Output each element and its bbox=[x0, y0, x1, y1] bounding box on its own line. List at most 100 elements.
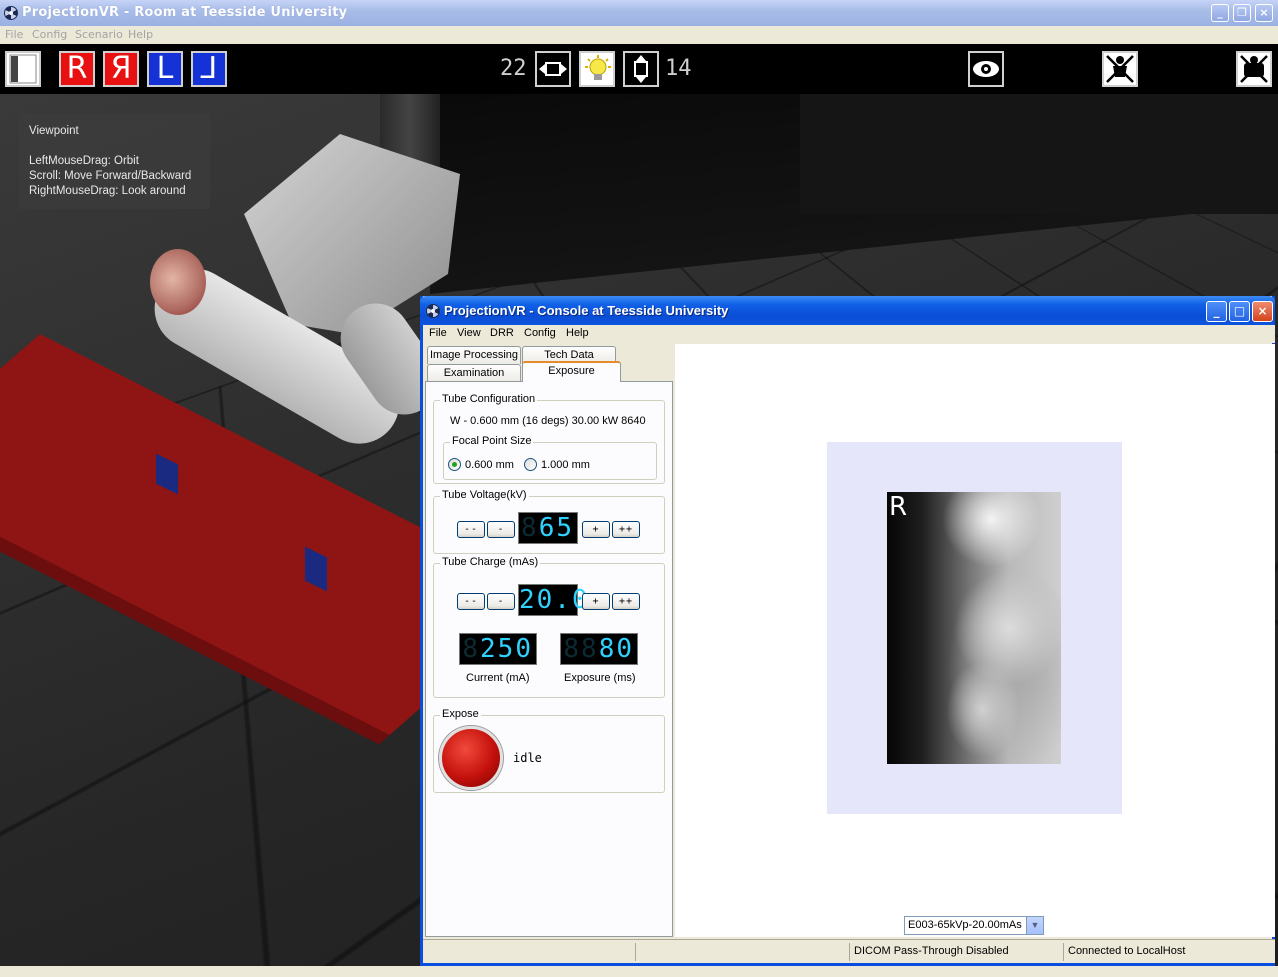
tab-examination[interactable]: Examination bbox=[427, 364, 521, 382]
viewpoint-help-line: LeftMouseDrag: Orbit bbox=[29, 155, 139, 167]
light-button[interactable] bbox=[579, 51, 615, 87]
console-titlebar[interactable]: ProjectionVR - Console at Teesside Unive… bbox=[420, 296, 1275, 325]
app-icon bbox=[4, 6, 18, 20]
console-menu-config[interactable]: Config bbox=[524, 327, 556, 339]
charge-increase-button[interactable]: + bbox=[582, 593, 610, 610]
console-maximize-button[interactable]: □ bbox=[1229, 301, 1250, 322]
focal-1000-radio[interactable] bbox=[524, 458, 537, 471]
console-window: ProjectionVR - Console at Teesside Unive… bbox=[420, 296, 1275, 966]
view-button[interactable] bbox=[968, 51, 1004, 87]
xray-image[interactable]: R bbox=[887, 492, 1061, 764]
radiation-button[interactable] bbox=[1236, 51, 1272, 87]
exposure-time-label: Exposure (ms) bbox=[564, 672, 636, 684]
voltage-increase-large-button[interactable]: ++ bbox=[612, 521, 640, 538]
status-connection: Connected to LocalHost bbox=[1063, 943, 1273, 961]
exposure-panel: Image Processing Tech Data Examination E… bbox=[425, 344, 673, 937]
viewpoint-title: Viewpoint bbox=[29, 125, 79, 137]
expose-button[interactable] bbox=[439, 726, 503, 790]
lightbulb-icon bbox=[585, 55, 611, 80]
menu-file[interactable]: File bbox=[5, 28, 23, 41]
tube-configuration-group: Tube Configuration W - 0.600 mm (16 degs… bbox=[433, 393, 665, 484]
voltage-increase-button[interactable]: + bbox=[582, 521, 610, 538]
patient-head bbox=[150, 249, 206, 315]
console-menu-drr[interactable]: DRR bbox=[490, 327, 514, 339]
voltage-display: 865 bbox=[518, 512, 578, 544]
expose-group: Expose idle bbox=[433, 708, 665, 793]
minimize-button[interactable]: _ bbox=[1211, 4, 1229, 22]
current-label: Current (mA) bbox=[466, 672, 530, 684]
patient-icon bbox=[1106, 55, 1134, 83]
focal-0600-label: 0.600 mm bbox=[465, 459, 514, 471]
console-statusbar: DICOM Pass-Through Disabled Connected to… bbox=[423, 939, 1275, 963]
bottom-strip bbox=[0, 966, 1278, 977]
focal-point-group: Focal Point Size 0.600 mm 1.000 mm bbox=[443, 435, 657, 480]
radiation-icon bbox=[1240, 55, 1268, 83]
console-title: ProjectionVR - Console at Teesside Unive… bbox=[444, 303, 729, 318]
current-display: 8250 bbox=[459, 633, 537, 665]
tube-config-info: W - 0.600 mm (16 degs) 30.00 kW 8640 bbox=[450, 415, 646, 427]
viewpoint-help-line: RightMouseDrag: Look around bbox=[29, 185, 186, 197]
side-wall bbox=[800, 94, 1278, 214]
charge-display: 20.0 bbox=[518, 584, 590, 616]
width-value: 22 bbox=[500, 56, 527, 81]
focal-0600-radio[interactable] bbox=[448, 458, 461, 471]
console-menu-help[interactable]: Help bbox=[566, 327, 589, 339]
focal-point-label: Focal Point Size bbox=[450, 435, 534, 447]
tube-charge-label: Tube Charge (mAs) bbox=[440, 556, 541, 568]
tube-voltage-group: Tube Voltage(kV) -- - 865 + ++ bbox=[433, 489, 665, 554]
charge-decrease-button[interactable]: - bbox=[487, 593, 515, 610]
image-viewer: R E003-65kVp-20.00mAs ▼ bbox=[675, 344, 1275, 937]
status-cell-empty bbox=[635, 943, 849, 961]
patient-button[interactable] bbox=[1102, 51, 1138, 87]
console-menubar: File View DRR Config Help bbox=[423, 325, 1275, 343]
console-menu-file[interactable]: File bbox=[429, 327, 447, 339]
image-canvas: R bbox=[827, 442, 1122, 814]
console-close-button[interactable]: × bbox=[1252, 301, 1273, 322]
console-app-icon bbox=[426, 304, 440, 318]
marker-r-button[interactable]: R bbox=[59, 51, 95, 87]
voltage-decrease-large-button[interactable]: -- bbox=[457, 521, 485, 538]
tube-voltage-label: Tube Voltage(kV) bbox=[440, 489, 529, 501]
vertical-arrows-icon bbox=[625, 53, 657, 85]
voltage-decrease-button[interactable]: - bbox=[487, 521, 515, 538]
main-window: ProjectionVR - Room at Teesside Universi… bbox=[0, 0, 1278, 977]
exposure-tab-content: Tube Configuration W - 0.600 mm (16 degs… bbox=[425, 381, 673, 937]
menu-config[interactable]: Config bbox=[32, 28, 67, 41]
status-dicom: DICOM Pass-Through Disabled bbox=[849, 943, 1063, 961]
expose-status: idle bbox=[513, 751, 542, 765]
expose-label: Expose bbox=[440, 708, 481, 720]
tube-configuration-label: Tube Configuration bbox=[440, 393, 538, 405]
height-value: 14 bbox=[665, 56, 692, 81]
tube-charge-group: Tube Charge (mAs) -- - 20.0 + ++ 8250 Cu… bbox=[433, 556, 665, 698]
console-menu-view[interactable]: View bbox=[457, 327, 481, 339]
marker-l-button[interactable]: L bbox=[147, 51, 183, 87]
main-menubar: File Config Scenario Help bbox=[0, 26, 1278, 44]
menu-help[interactable]: Help bbox=[128, 28, 153, 41]
vertical-collimation-button[interactable] bbox=[623, 51, 659, 87]
main-titlebar: ProjectionVR - Room at Teesside Universi… bbox=[0, 0, 1278, 26]
close-button[interactable]: × bbox=[1255, 4, 1273, 22]
xray-marker: R bbox=[889, 492, 908, 522]
focal-1000-label: 1.000 mm bbox=[541, 459, 590, 471]
marker-r-mirrored-button[interactable]: Я bbox=[103, 51, 139, 87]
horizontal-collimation-button[interactable] bbox=[535, 51, 571, 87]
viewpoint-help-line: Scroll: Move Forward/Backward bbox=[29, 170, 192, 182]
chevron-down-icon[interactable]: ▼ bbox=[1026, 917, 1043, 934]
main-toolbar: R Я L ⅃ 22 14 bbox=[0, 44, 1278, 94]
image-select-dropdown[interactable]: E003-65kVp-20.00mAs ▼ bbox=[904, 916, 1044, 935]
tab-image-processing[interactable]: Image Processing bbox=[427, 346, 521, 364]
exposure-time-display: 8880 bbox=[560, 633, 638, 665]
menu-scenario[interactable]: Scenario bbox=[75, 28, 123, 41]
eye-icon bbox=[970, 53, 1002, 85]
console-minimize-button[interactable]: _ bbox=[1206, 301, 1227, 322]
tab-exposure[interactable]: Exposure bbox=[522, 361, 621, 382]
viewpoint-help: Viewpoint LeftMouseDrag: Orbit Scroll: M… bbox=[19, 114, 210, 209]
image-select-value: E003-65kVp-20.00mAs bbox=[908, 919, 1022, 931]
horizontal-arrows-icon bbox=[537, 53, 569, 85]
restore-button[interactable]: ❐ bbox=[1233, 4, 1251, 22]
panel-icon bbox=[9, 54, 37, 84]
marker-l-mirrored-button[interactable]: ⅃ bbox=[191, 51, 227, 87]
charge-decrease-large-button[interactable]: -- bbox=[457, 593, 485, 610]
panel-toggle-button[interactable] bbox=[5, 51, 41, 87]
charge-increase-large-button[interactable]: ++ bbox=[612, 593, 640, 610]
